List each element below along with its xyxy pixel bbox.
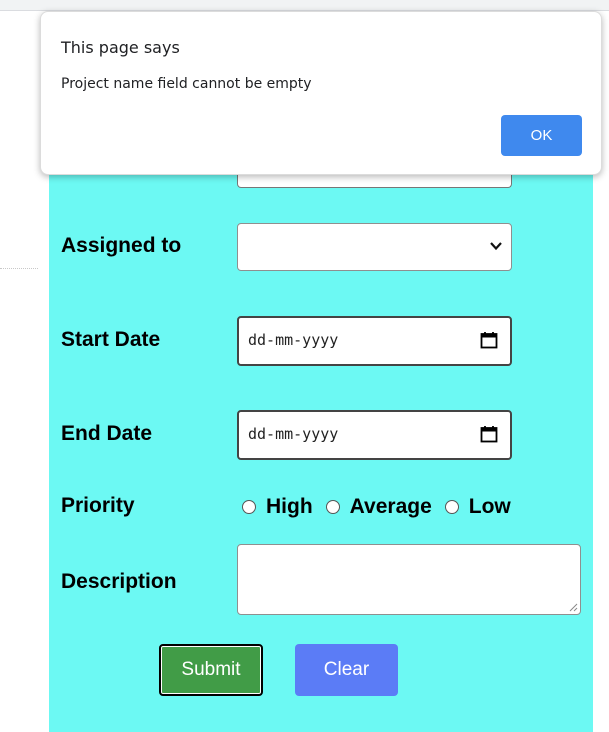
alert-dialog: This page says Project name field cannot… [40,11,602,175]
assigned-to-label: Assigned to [61,234,182,257]
chevron-down-icon [490,242,502,251]
divider [0,268,38,269]
priority-option-high[interactable]: High [242,495,313,519]
priority-option-label: High [266,495,313,518]
priority-option-label: Low [468,495,511,518]
priority-radio-group: High Average Low [242,492,524,522]
dialog-message: Project name field cannot be empty [61,76,312,92]
start-date-label: Start Date [61,328,161,351]
radio-button[interactable] [444,500,459,514]
calendar-icon[interactable] [480,331,498,349]
start-date-input[interactable]: dd-mm-yyyy [237,316,512,366]
priority-label: Priority [61,494,135,517]
end-date-input[interactable]: dd-mm-yyyy [237,410,512,460]
clear-button[interactable]: Clear [295,644,398,696]
dialog-title: This page says [61,38,180,57]
calendar-icon[interactable] [480,425,498,443]
resize-grip-icon[interactable] [568,602,578,612]
end-date-placeholder: dd-mm-yyyy [248,425,339,443]
radio-button[interactable] [242,500,256,514]
task-form: Assigned to Start Date dd-mm-yyyy End Da… [49,150,593,732]
description-textarea[interactable] [237,544,581,615]
browser-top-strip [0,0,609,11]
priority-option-low[interactable]: Low [444,495,511,519]
submit-button[interactable]: Submit [159,644,263,696]
priority-option-average[interactable]: Average [325,495,432,519]
description-label: Description [61,570,177,593]
start-date-placeholder: dd-mm-yyyy [248,331,339,349]
assigned-to-select[interactable] [237,223,512,271]
ok-button[interactable]: OK [501,115,582,156]
priority-option-label: Average [349,495,432,518]
radio-button[interactable] [325,500,340,514]
end-date-label: End Date [61,422,153,445]
